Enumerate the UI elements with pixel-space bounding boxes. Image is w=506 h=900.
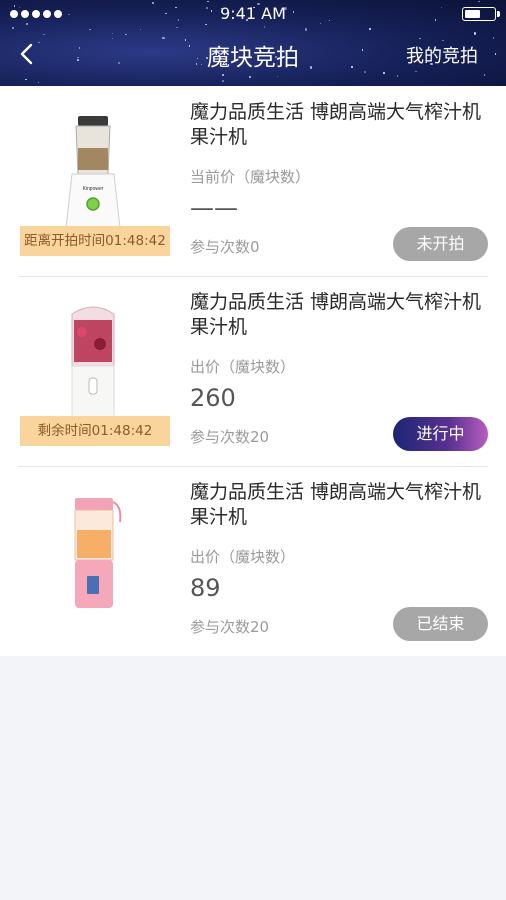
battery-icon: [462, 7, 500, 21]
star-decoration: [473, 32, 477, 35]
star-decoration: [249, 76, 251, 78]
star-decoration: [222, 74, 224, 76]
product-title: 魔力品质生活 博朗高端大气榨汁机果汁机: [190, 101, 482, 148]
star-decoration: [222, 80, 224, 82]
auction-item[interactable]: Kinpower 距离开拍时间01:48:42 魔力品质生活 博朗高端大气榨汁机…: [0, 86, 506, 276]
star-decoration: [89, 28, 91, 31]
auction-item[interactable]: 魔力品质生活 博朗高端大气榨汁机果汁机 出价（魔块数） 89 参与次数20 已结…: [0, 466, 506, 656]
status-time: 9:41 AM: [220, 4, 286, 23]
star-decoration: [304, 28, 308, 31]
price-value: 260: [190, 384, 236, 412]
price-value: 89: [190, 574, 221, 602]
product-image-pink-juicer: [20, 484, 170, 634]
star-decoration: [383, 72, 385, 74]
status-button-in-progress[interactable]: 进行中: [393, 417, 488, 451]
star-decoration: [25, 78, 27, 81]
auction-list: Kinpower 距离开拍时间01:48:42 魔力品质生活 博朗高端大气榨汁机…: [0, 86, 506, 656]
status-bar: 9:41 AM: [0, 0, 506, 28]
star-decoration: [37, 81, 40, 84]
star-decoration: [111, 32, 114, 35]
participation-count: 参与次数20: [190, 618, 270, 636]
price-label: 出价（魔块数）: [190, 548, 296, 566]
price-label: 当前价（魔块数）: [190, 168, 311, 186]
star-decoration: [396, 75, 399, 77]
status-button-not-started[interactable]: 未开拍: [393, 227, 488, 261]
svg-text:Kinpower: Kinpower: [83, 186, 104, 192]
countdown-badge: 剩余时间01:48:42: [20, 416, 170, 446]
countdown-badge: 距离开拍时间01:48:42: [20, 226, 170, 256]
product-title: 魔力品质生活 博朗高端大气榨汁机果汁机: [190, 291, 482, 338]
my-auctions-link[interactable]: 我的竞拍: [406, 42, 478, 68]
star-decoration: [139, 28, 141, 31]
participation-count: 参与次数20: [190, 428, 270, 446]
header: 9:41 AM 魔块竞拍 我的竞拍: [0, 0, 506, 86]
star-decoration: [483, 74, 486, 76]
star-decoration: [43, 33, 45, 36]
price-label: 出价（魔块数）: [190, 358, 296, 376]
auction-item[interactable]: 剩余时间01:48:42 魔力品质生活 博朗高端大气榨汁机果汁机 出价（魔块数）…: [0, 276, 506, 466]
product-title: 魔力品质生活 博朗高端大气榨汁机果汁机: [190, 481, 482, 528]
participation-count: 参与次数0: [190, 238, 260, 256]
price-value: ——: [190, 194, 238, 222]
status-button-ended[interactable]: 已结束: [393, 607, 488, 641]
star-decoration: [369, 28, 371, 30]
star-decoration: [276, 75, 279, 78]
star-decoration: [125, 33, 127, 36]
